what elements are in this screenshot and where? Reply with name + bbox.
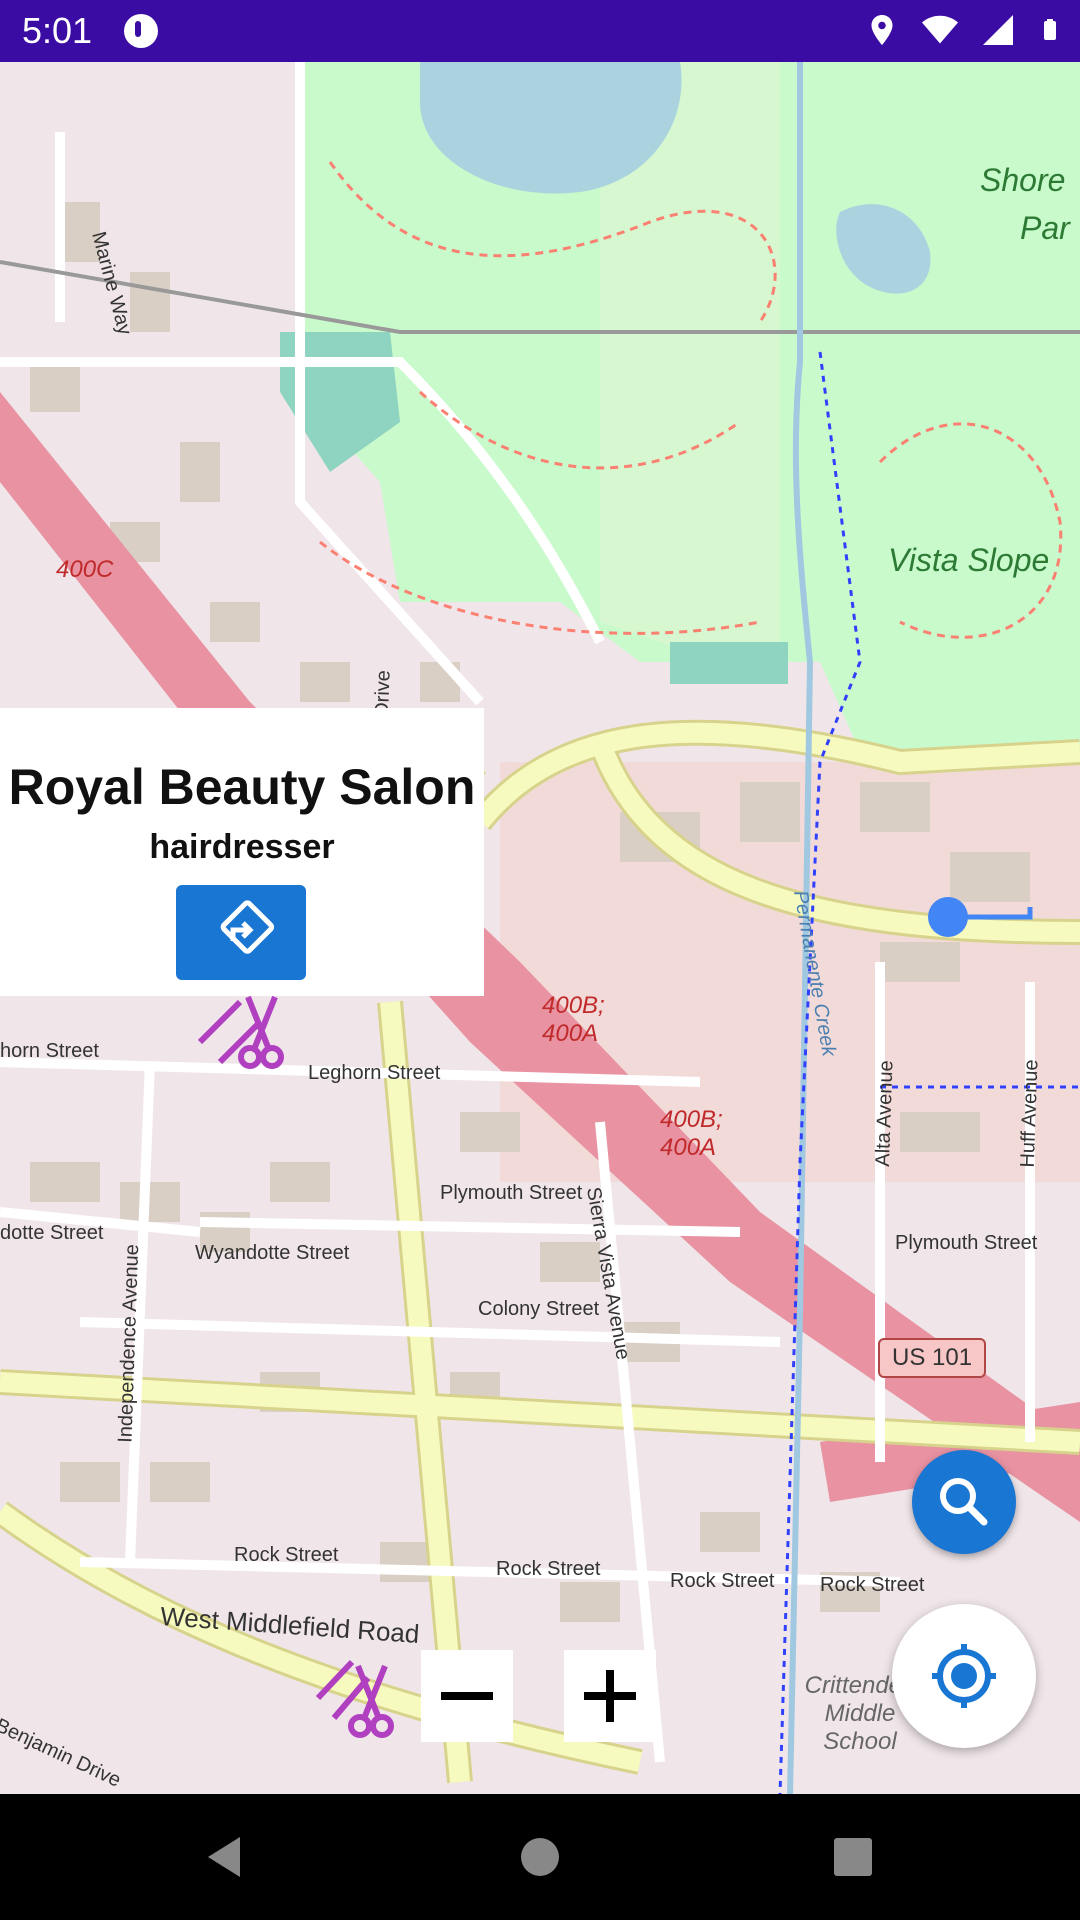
directions-button[interactable] bbox=[176, 885, 306, 980]
street-label-plymouth-2: Plymouth Street bbox=[895, 1232, 1038, 1254]
street-label-rock-3: Rock Street bbox=[670, 1570, 775, 1592]
back-icon[interactable] bbox=[200, 1832, 250, 1882]
my-location-icon bbox=[932, 1644, 996, 1708]
highway-shield-us101: US 101 bbox=[878, 1338, 987, 1378]
poi-popup[interactable]: Royal Beauty Salon hairdresser bbox=[0, 708, 484, 996]
recents-icon[interactable] bbox=[828, 1832, 878, 1882]
street-label-rock-1: Rock Street bbox=[234, 1544, 339, 1566]
status-bar: 5:01 bbox=[0, 0, 1080, 62]
street-label-rock-2: Rock Street bbox=[496, 1558, 601, 1580]
street-label-plymouth-1: Plymouth Street bbox=[440, 1182, 583, 1204]
street-label-rock-4: Rock Street bbox=[820, 1574, 925, 1596]
park-label-vista-slope: Vista Slope bbox=[888, 542, 1050, 578]
my-location-button[interactable] bbox=[892, 1604, 1036, 1748]
status-time: 5:01 bbox=[22, 10, 93, 51]
poi-title: Royal Beauty Salon bbox=[8, 759, 476, 815]
directions-icon bbox=[220, 900, 275, 954]
location-icon bbox=[871, 15, 893, 45]
plus-icon bbox=[584, 1670, 636, 1722]
highway-label-400b-1: 400B; 400A bbox=[542, 992, 605, 1047]
street-label-leghorn: Leghorn Street bbox=[308, 1062, 441, 1084]
battery-icon bbox=[1044, 19, 1056, 40]
system-nav-bar bbox=[0, 1794, 1080, 1920]
street-label-dotte: dotte Street bbox=[0, 1222, 104, 1244]
highway-label-400b-2: 400B; 400A bbox=[660, 1106, 723, 1161]
street-label-wyandotte: Wyandotte Street bbox=[195, 1242, 350, 1264]
park-label-par: Par bbox=[1020, 210, 1070, 246]
home-icon[interactable] bbox=[515, 1832, 565, 1882]
street-label-alta: Alta Avenue bbox=[871, 1059, 898, 1168]
zoom-out-button[interactable] bbox=[421, 1650, 513, 1742]
search-button[interactable] bbox=[912, 1450, 1016, 1554]
poi-category: hairdresser bbox=[149, 828, 335, 866]
street-label-horn: horn Street bbox=[0, 1040, 99, 1062]
search-icon bbox=[940, 1478, 988, 1526]
zoom-in-button[interactable] bbox=[564, 1650, 656, 1742]
street-label-colony: Colony Street bbox=[478, 1298, 600, 1320]
minus-icon bbox=[441, 1692, 493, 1700]
signal-icon bbox=[983, 15, 1013, 45]
park-label-shore: Shore bbox=[980, 162, 1066, 198]
highway-label-400c: 400C bbox=[56, 556, 114, 583]
app-notification-icon bbox=[124, 14, 158, 48]
wifi-icon bbox=[922, 15, 958, 44]
current-location-dot bbox=[928, 897, 968, 937]
status-icons bbox=[864, 12, 1062, 48]
street-label-huff: Huff Avenue bbox=[1016, 1059, 1043, 1168]
